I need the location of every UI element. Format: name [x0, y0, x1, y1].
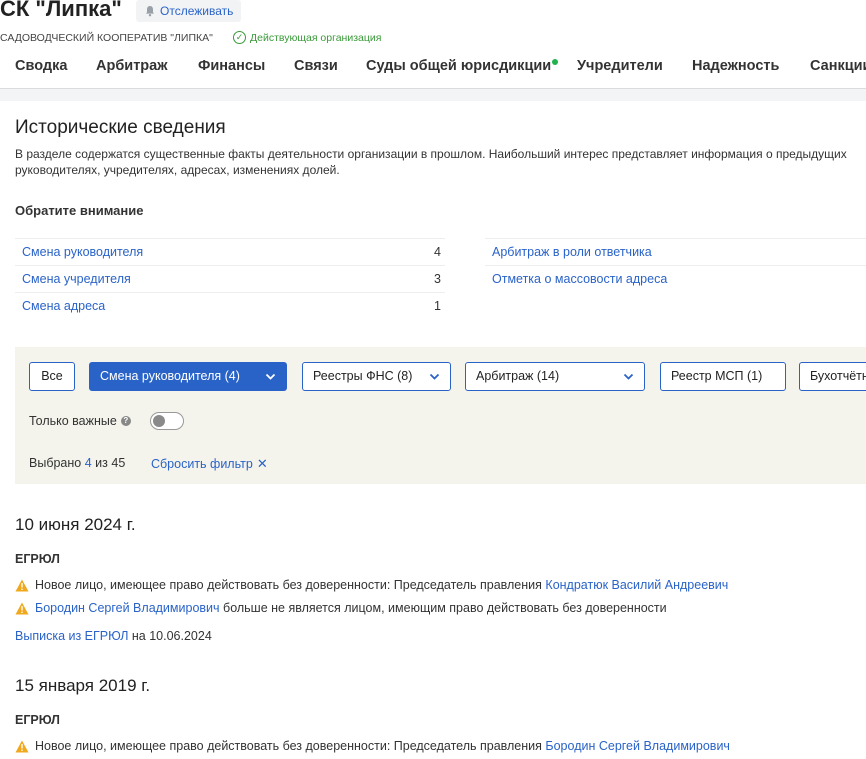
attention-item[interactable]: Отметка о массовости адреса	[485, 265, 866, 292]
filter-panel: Все Смена руководителя (4) Реестры ФНС (…	[15, 347, 866, 484]
event-text: больше не является лицом, имеющим право …	[223, 601, 667, 615]
selected-count: 4	[84, 456, 92, 470]
attention-item[interactable]: Смена адреса 1	[15, 292, 445, 319]
org-title: СК "Липка"	[0, 0, 122, 21]
attention-item[interactable]: Смена руководителя 4	[15, 238, 445, 265]
attention-title: Обратите внимание	[15, 203, 144, 218]
check-circle-icon: ✓	[233, 31, 246, 44]
org-full-name: САДОВОДЧЕСКИЙ КООПЕРАТИВ "ЛИПКА"	[0, 32, 213, 44]
selected-total: 45	[111, 456, 126, 470]
filter-chip-fns-registries[interactable]: Реестры ФНС (8)	[302, 362, 451, 391]
tab-general-courts[interactable]: Суды общей юрисдикции	[366, 58, 551, 74]
event-line: Бородин Сергей Владимирович больше не яв…	[15, 601, 667, 615]
bell-icon	[146, 6, 154, 17]
event-text: Новое лицо, имеющее право действовать бе…	[35, 739, 542, 753]
extract-line: Выписка из ЕГРЮЛ на 10.06.2024	[15, 629, 212, 643]
filter-chip-director-change[interactable]: Смена руководителя (4)	[89, 362, 287, 391]
event-date: 10 июня 2024 г.	[15, 515, 136, 534]
status-text: Действующая организация	[250, 31, 382, 44]
chevron-down-icon	[265, 373, 276, 380]
attention-item-label[interactable]: Отметка о массовости адреса	[492, 266, 667, 292]
tab-founders[interactable]: Учредители	[577, 58, 663, 74]
org-status: ✓ Действующая организация	[233, 31, 381, 44]
filter-chip-msp-registry[interactable]: Реестр МСП (1)	[660, 362, 786, 391]
event-date: 15 января 2019 г.	[15, 676, 151, 695]
warning-icon	[15, 602, 29, 614]
important-only-label: Только важные ?	[29, 414, 131, 428]
attention-item-count: 3	[434, 272, 441, 286]
attention-item[interactable]: Арбитраж в роли ответчика	[485, 238, 866, 265]
close-icon: ✕	[256, 456, 268, 471]
tab-summary[interactable]: Сводка	[15, 58, 67, 74]
org-header: СК "Липка" Отслеживать САДОВОДЧЕСКИЙ КОО…	[0, 0, 866, 95]
selected-mid: из	[95, 456, 108, 470]
event-line: Новое лицо, имеющее право действовать бе…	[15, 578, 728, 592]
filter-chip-arbitration[interactable]: Арбитраж (14)	[465, 362, 645, 391]
selected-count-text: Выбрано 4 из 45	[29, 456, 125, 470]
new-indicator-dot	[552, 59, 558, 65]
track-label: Отслеживать	[160, 4, 234, 18]
tab-sanctions[interactable]: Санкции	[810, 58, 866, 74]
important-only-text: Только важные	[29, 414, 117, 428]
nav-tabs: Сводка Арбитраж Финансы Связи Суды общей…	[0, 58, 866, 90]
filter-chip-all[interactable]: Все	[29, 362, 75, 391]
selected-prefix: Выбрано	[29, 456, 82, 470]
attention-item-count: 1	[434, 299, 441, 313]
person-link[interactable]: Кондратюк Василий Андреевич	[545, 578, 728, 592]
filter-chip-accounting[interactable]: Бухотчётность	[799, 362, 866, 391]
section-title: Исторические сведения	[15, 117, 226, 138]
event-source: ЕГРЮЛ	[15, 552, 60, 566]
attention-item-label[interactable]: Смена учредителя	[22, 266, 131, 292]
attention-item-count: 4	[434, 245, 441, 259]
egrul-extract-link[interactable]: Выписка из ЕГРЮЛ	[15, 629, 128, 643]
track-button[interactable]: Отслеживать	[136, 0, 242, 22]
section-description: В разделе содержатся существенные факты …	[15, 147, 847, 177]
attention-item[interactable]: Смена учредителя 3	[15, 265, 445, 292]
extract-date: на 10.06.2024	[131, 629, 212, 643]
person-link[interactable]: Бородин Сергей Владимирович	[35, 601, 220, 615]
filter-chip-label: Реестры ФНС (8)	[313, 369, 413, 383]
person-link[interactable]: Бородин Сергей Владимирович	[545, 739, 730, 753]
warning-icon	[15, 740, 29, 752]
reset-filter-link[interactable]: Сбросить фильтр ✕	[151, 456, 268, 472]
tab-arbitration[interactable]: Арбитраж	[96, 58, 168, 74]
attention-item-label[interactable]: Смена руководителя	[22, 239, 143, 265]
event-source: ЕГРЮЛ	[15, 713, 60, 727]
chevron-down-icon	[429, 373, 440, 380]
tab-reliability[interactable]: Надежность	[692, 58, 779, 74]
filter-chip-label: Смена руководителя (4)	[100, 369, 240, 383]
toggle-knob	[153, 415, 165, 427]
attention-item-label[interactable]: Смена адреса	[22, 293, 105, 319]
filter-chip-label: Арбитраж (14)	[476, 369, 560, 383]
attention-item-label[interactable]: Арбитраж в роли ответчика	[492, 239, 652, 265]
tab-connections[interactable]: Связи	[294, 58, 338, 74]
event-text: Новое лицо, имеющее право действовать бе…	[35, 578, 542, 592]
event-line: Новое лицо, имеющее право действовать бе…	[15, 739, 730, 753]
help-icon[interactable]: ?	[120, 416, 131, 426]
chevron-down-icon	[623, 373, 634, 380]
important-only-toggle[interactable]	[150, 412, 184, 430]
tab-finance[interactable]: Финансы	[198, 58, 265, 74]
section-separator	[0, 89, 866, 101]
reset-filter-label: Сбросить фильтр	[151, 457, 253, 471]
warning-icon	[15, 579, 29, 591]
